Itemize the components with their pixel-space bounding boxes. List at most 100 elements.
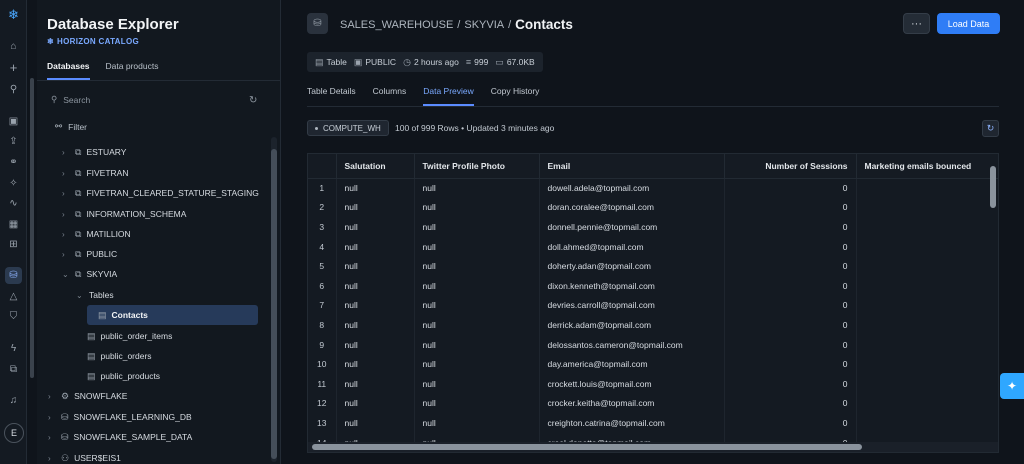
chevron-right-icon[interactable]: › <box>62 250 70 259</box>
cell-email[interactable]: creighton.catrina@topmail.com <box>539 413 725 433</box>
cell-emails-bounced[interactable] <box>856 236 998 257</box>
chevron-right-icon[interactable]: › <box>48 433 56 442</box>
cell-salutation[interactable]: null <box>336 295 415 316</box>
cell-sessions[interactable]: 0 <box>724 413 857 433</box>
tab-data-preview[interactable]: Data Preview <box>423 86 474 106</box>
tree-item[interactable]: ▤ public_products <box>87 366 160 386</box>
explorer-scrollbar-thumb[interactable] <box>271 149 277 459</box>
cell-email[interactable]: dowell.adela@topmail.com <box>539 178 725 198</box>
rail-scrollbar[interactable] <box>30 78 34 378</box>
plus-icon[interactable]: + <box>5 59 22 76</box>
grid-horizontal-scrollbar-thumb[interactable] <box>312 444 862 450</box>
table-row[interactable]: 13 null null creighton.catrina@topmail.com 0 <box>308 413 998 433</box>
cell-email[interactable]: donnell.pennie@topmail.com <box>539 217 725 237</box>
column-header-salutation[interactable]: Salutation <box>336 154 415 179</box>
cell-sessions[interactable]: 0 <box>724 295 857 316</box>
chevron-down-icon[interactable]: ⌄ <box>76 291 84 300</box>
cell-email[interactable]: day.america@topmail.com <box>539 354 725 374</box>
load-data-button[interactable]: Load Data <box>937 13 1000 34</box>
cell-twitter-photo[interactable]: null <box>414 178 540 198</box>
refresh-icon[interactable]: ↻ <box>249 95 257 106</box>
snowflake-logo-icon[interactable]: ❄ <box>5 6 22 23</box>
chevron-right-icon[interactable]: › <box>48 454 56 463</box>
apps-icon[interactable]: ▦ <box>5 216 22 233</box>
cell-emails-bounced[interactable] <box>856 334 998 355</box>
cell-twitter-photo[interactable]: null <box>414 295 540 316</box>
ai-icon[interactable]: ✧ <box>5 175 22 192</box>
breadcrumb-database[interactable]: SALES_WAREHOUSE <box>340 19 453 31</box>
tree-item[interactable]: › ⛁ SNOWFLAKE_SAMPLE_DATA <box>48 427 192 447</box>
cell-salutation[interactable]: null <box>336 256 415 276</box>
notifications-icon[interactable]: ♫ <box>5 392 22 409</box>
tab-databases[interactable]: Databases <box>47 61 90 80</box>
cell-email[interactable]: doherty.adan@topmail.com <box>539 256 725 276</box>
cell-sessions[interactable]: 0 <box>724 178 857 198</box>
cell-salutation[interactable]: null <box>336 373 415 394</box>
breadcrumb-schema[interactable]: SKYVIA <box>464 19 504 31</box>
refresh-preview-icon[interactable]: ↻ <box>982 120 999 137</box>
cell-twitter-photo[interactable]: null <box>414 217 540 237</box>
cell-emails-bounced[interactable] <box>856 217 998 237</box>
tree-item[interactable]: ▤ Contacts <box>87 305 258 325</box>
cell-email[interactable]: derrick.adam@topmail.com <box>539 315 725 335</box>
cell-emails-bounced[interactable] <box>856 295 998 316</box>
cell-salutation[interactable]: null <box>336 197 415 218</box>
cell-emails-bounced[interactable] <box>856 275 998 296</box>
cell-twitter-photo[interactable]: null <box>414 393 540 414</box>
cell-sessions[interactable]: 0 <box>724 393 857 414</box>
tree-item[interactable]: › ⧉ ESTUARY <box>62 142 126 162</box>
tab-columns[interactable]: Columns <box>373 86 407 106</box>
chevron-right-icon[interactable]: › <box>48 392 56 401</box>
governance-icon[interactable]: ⛉ <box>5 308 22 325</box>
tree-item[interactable]: › ⚙ SNOWFLAKE <box>48 386 127 406</box>
cell-emails-bounced[interactable] <box>856 256 998 276</box>
cell-salutation[interactable]: null <box>336 413 415 433</box>
explorer-search[interactable]: ⚲ Search <box>51 94 90 105</box>
tree-item[interactable]: ▤ public_orders <box>87 346 152 366</box>
tree-item[interactable]: › ⛁ SNOWFLAKE_LEARNING_DB <box>48 407 192 427</box>
cell-sessions[interactable]: 0 <box>724 236 857 257</box>
grid-horizontal-scrollbar[interactable] <box>308 442 998 452</box>
data-icon[interactable]: ⛁ <box>5 267 22 284</box>
column-header-twitter-photo[interactable]: Twitter Profile Photo <box>414 154 540 179</box>
cell-salutation[interactable]: null <box>336 178 415 198</box>
cell-salutation[interactable]: null <box>336 275 415 296</box>
table-row[interactable]: 6 null null dixon.kenneth@topmail.com 0 <box>308 275 998 296</box>
search-icon[interactable]: ⚲ <box>5 81 22 98</box>
tree-item[interactable]: › ⧉ PUBLIC <box>62 244 117 264</box>
column-header-emails-bounced[interactable]: Marketing emails bounced <box>856 154 998 179</box>
projects-icon[interactable]: ⚭ <box>5 154 22 171</box>
table-row[interactable]: 12 null null crocker.keitha@topmail.com 0 <box>308 393 998 414</box>
copilot-sparkle-icon[interactable]: ✦ <box>1000 373 1024 399</box>
cell-sessions[interactable]: 0 <box>724 315 857 335</box>
avatar[interactable]: E <box>4 423 24 443</box>
upload-icon[interactable]: ⇪ <box>5 133 22 150</box>
cell-email[interactable]: devries.carroll@topmail.com <box>539 295 725 316</box>
cell-emails-bounced[interactable] <box>856 373 998 394</box>
grid-vertical-scrollbar[interactable] <box>990 160 996 440</box>
admin-icon[interactable]: ⧉ <box>5 361 22 378</box>
cell-salutation[interactable]: null <box>336 354 415 374</box>
cell-twitter-photo[interactable]: null <box>414 275 540 296</box>
table-row[interactable]: 11 null null crockett.louis@topmail.com 0 <box>308 373 998 394</box>
tree-item[interactable]: › ⚇ USER$EIS1 <box>48 448 121 464</box>
cell-twitter-photo[interactable]: null <box>414 197 540 218</box>
cell-emails-bounced[interactable] <box>856 315 998 335</box>
cell-emails-bounced[interactable] <box>856 354 998 374</box>
cell-twitter-photo[interactable]: null <box>414 373 540 394</box>
grid-vertical-scrollbar-thumb[interactable] <box>990 166 996 208</box>
tab-table-details[interactable]: Table Details <box>307 86 356 106</box>
tree-item[interactable]: ⌄ ⧉ SKYVIA <box>62 264 117 284</box>
tree-item[interactable]: › ⧉ FIVETRAN_CLEARED_STATURE_STAGING <box>62 183 259 203</box>
table-row[interactable]: 10 null null day.america@topmail.com 0 <box>308 354 998 374</box>
chevron-right-icon[interactable]: › <box>62 169 70 178</box>
tree-item[interactable]: ⌄ Tables <box>76 285 114 305</box>
cell-sessions[interactable]: 0 <box>724 354 857 374</box>
table-row[interactable]: 3 null null donnell.pennie@topmail.com 0 <box>308 217 998 237</box>
marketplace-icon[interactable]: ⊞ <box>5 236 22 253</box>
cell-email[interactable]: delossantos.cameron@topmail.com <box>539 334 725 355</box>
cell-sessions[interactable]: 0 <box>724 197 857 218</box>
cell-email[interactable]: doran.coralee@topmail.com <box>539 197 725 218</box>
tree-item[interactable]: › ⧉ INFORMATION_SCHEMA <box>62 204 186 224</box>
tab-data-products[interactable]: Data products <box>106 61 159 80</box>
